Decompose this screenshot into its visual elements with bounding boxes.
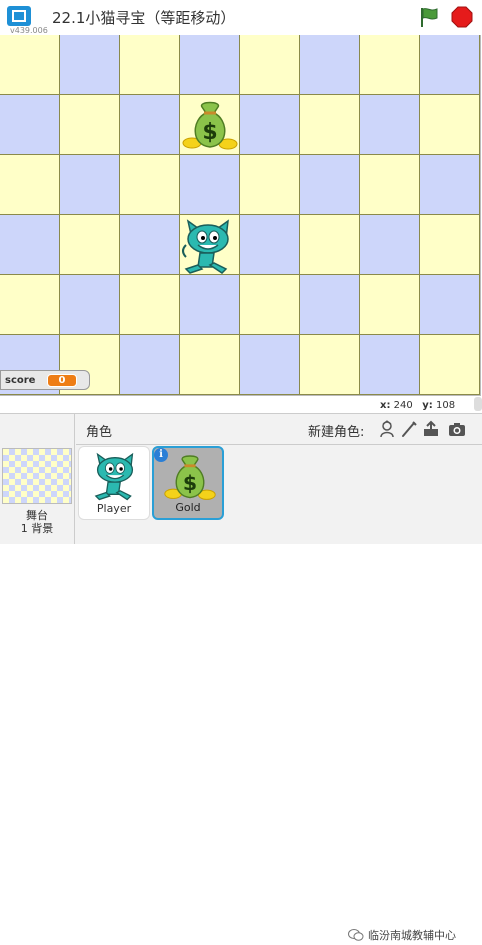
mouse-y-value: 108 bbox=[436, 400, 456, 411]
stage-thumbnail[interactable] bbox=[2, 448, 72, 504]
checkerboard-backdrop bbox=[0, 35, 480, 395]
stage-canvas[interactable]: $ score 0 bbox=[0, 35, 481, 396]
stage-backdrop-count: 1 背景 bbox=[20, 522, 54, 535]
version-label: v439.006 bbox=[10, 26, 48, 35]
mouse-x-label: x: bbox=[380, 400, 391, 411]
stage-header: 22.1小猫寻宝（等距移动） v439.006 bbox=[0, 0, 482, 35]
svg-text:$: $ bbox=[202, 120, 217, 145]
sprite-library-pane: 舞台 1 背景 角色 新建角色: Player i $ Gold 临汾南城教辅中… bbox=[0, 413, 482, 942]
mouse-coordinates: x: 240 y: 108 bbox=[380, 400, 455, 411]
sprite-name-gold: Gold bbox=[175, 501, 201, 514]
sprite-name-player: Player bbox=[96, 502, 132, 515]
sprite-tile-gold[interactable]: i $ Gold bbox=[152, 446, 224, 520]
score-value: 0 bbox=[47, 373, 77, 387]
paint-new-sprite-icon[interactable] bbox=[400, 420, 418, 438]
watermark: 临汾南城教辅中心 bbox=[348, 927, 456, 943]
camera-sprite-icon[interactable] bbox=[448, 420, 466, 438]
cat-sprite-icon bbox=[87, 449, 143, 503]
green-flag-icon[interactable] bbox=[417, 5, 441, 29]
fullscreen-toggle-icon[interactable] bbox=[6, 5, 32, 27]
stop-sign-icon[interactable] bbox=[450, 5, 474, 29]
sprite-pane-header: 角色 新建角色: bbox=[76, 414, 482, 445]
sprite-tile-player[interactable]: Player bbox=[78, 446, 150, 520]
choose-sprite-from-library-icon[interactable] bbox=[378, 420, 396, 438]
svg-text:$: $ bbox=[183, 471, 197, 495]
new-sprite-label: 新建角色: bbox=[308, 425, 365, 440]
wechat-icon bbox=[348, 928, 364, 942]
watermark-text: 临汾南城教辅中心 bbox=[368, 929, 456, 942]
score-label: score bbox=[5, 374, 36, 386]
stage-selector[interactable]: 舞台 1 背景 bbox=[0, 414, 75, 544]
project-title: 22.1小猫寻宝（等距移动） bbox=[52, 9, 236, 27]
mouse-x-value: 240 bbox=[393, 400, 413, 411]
mouse-y-label: y: bbox=[422, 400, 433, 411]
money-bag-icon: $ bbox=[162, 450, 218, 504]
player-cat-sprite[interactable] bbox=[178, 215, 238, 277]
upload-sprite-icon[interactable] bbox=[422, 420, 440, 438]
layout-toggle-handle[interactable] bbox=[474, 397, 482, 411]
sprite-pane-title: 角色 bbox=[86, 425, 113, 440]
score-variable-monitor[interactable]: score 0 bbox=[0, 370, 90, 390]
gold-sprite[interactable]: $ bbox=[180, 97, 240, 153]
